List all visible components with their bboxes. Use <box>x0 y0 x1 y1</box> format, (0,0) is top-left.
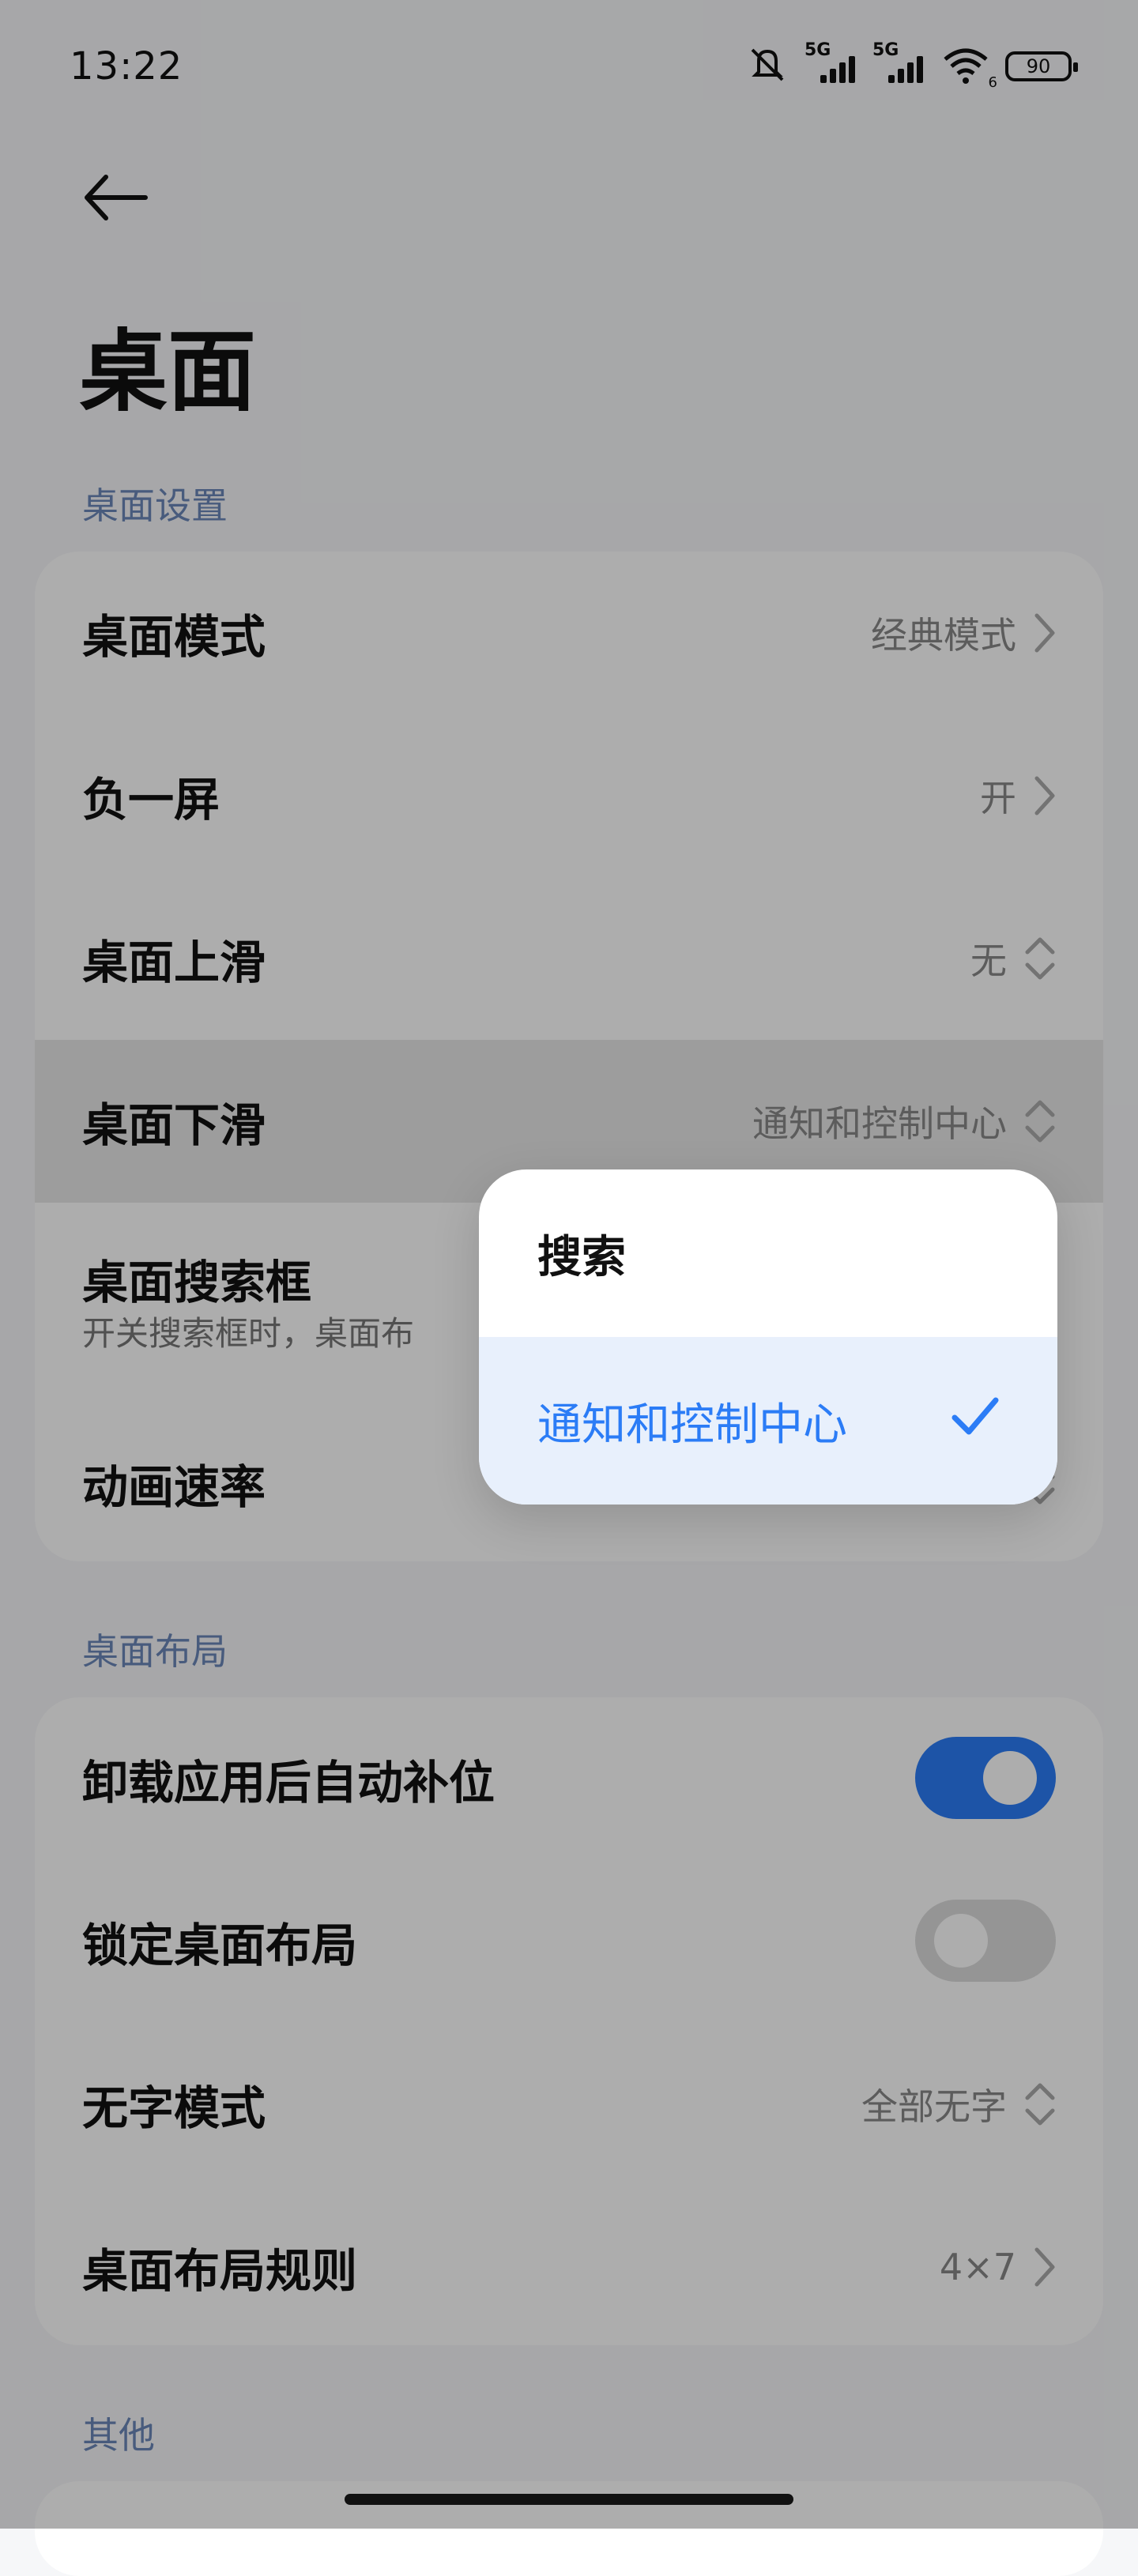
dropdown-option-notification-control[interactable]: 通知和控制中心 <box>479 1337 1057 1505</box>
home-indicator[interactable] <box>345 2494 793 2505</box>
check-icon <box>951 1397 999 1435</box>
dropdown-option-search[interactable]: 搜索 <box>479 1169 1057 1337</box>
dropdown-option-label: 通知和控制中心 <box>537 1399 847 1451</box>
swipe-down-dropdown: 搜索 通知和控制中心 <box>479 1169 1057 1505</box>
dropdown-option-label: 搜索 <box>537 1231 626 1283</box>
